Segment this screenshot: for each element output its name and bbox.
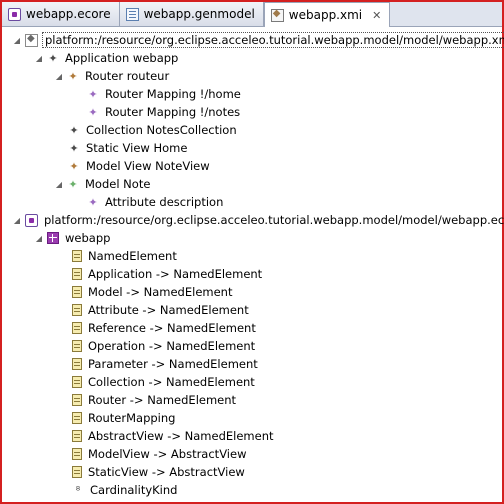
tree-node-eclass[interactable]: Reference -> NamedElement bbox=[72, 319, 256, 337]
eclass-icon bbox=[72, 394, 82, 406]
tree-node-static-view[interactable]: ✦ Static View Home bbox=[68, 139, 187, 157]
genmodel-file-icon bbox=[125, 7, 139, 21]
node-label: Router Mapping !/home bbox=[105, 87, 241, 101]
tree-node-ecore-resource[interactable]: ◢ platform:/resource/org.eclipse.acceleo… bbox=[12, 211, 504, 229]
tree-node-eclass[interactable]: AbstractView -> NamedElement bbox=[72, 427, 274, 445]
eclass-icon bbox=[72, 340, 82, 352]
tab-webapp-xmi[interactable]: webapp.xmi ✕ bbox=[263, 2, 391, 27]
tab-label: webapp.ecore bbox=[26, 7, 111, 21]
tree-node-xmi-resource[interactable]: ◢ platform:/resource/org.eclipse.acceleo… bbox=[12, 31, 504, 49]
router-icon: ✦ bbox=[68, 69, 78, 83]
tab-webapp-ecore[interactable]: webapp.ecore bbox=[2, 2, 120, 26]
editor-window: webapp.ecore webapp.genmodel webapp.xmi … bbox=[0, 0, 504, 504]
node-label: StaticView -> AbstractView bbox=[88, 465, 245, 479]
tree-node-eclass[interactable]: Router -> NamedElement bbox=[72, 391, 236, 409]
tree-node-eclass[interactable]: Operation -> NamedElement bbox=[72, 337, 255, 355]
tree-node-package[interactable]: ◢ webapp bbox=[34, 229, 111, 247]
node-label: Model -> NamedElement bbox=[88, 285, 233, 299]
node-label: Application -> NamedElement bbox=[88, 267, 263, 281]
eclass-icon bbox=[72, 322, 82, 334]
eclass-icon bbox=[72, 358, 82, 370]
static-view-icon: ✦ bbox=[69, 141, 79, 155]
node-label: Model View NoteView bbox=[86, 159, 210, 173]
router-mapping-icon: ✦ bbox=[88, 87, 98, 101]
tree-node-attribute[interactable]: ✦ Attribute description bbox=[87, 193, 223, 211]
tree-node-eclass[interactable]: StaticView -> AbstractView bbox=[72, 463, 245, 481]
close-icon[interactable]: ✕ bbox=[372, 9, 381, 22]
ecore-resource-icon bbox=[25, 213, 38, 227]
tree-node-eclass[interactable]: Model -> NamedElement bbox=[72, 283, 232, 301]
node-label: Model Note bbox=[85, 177, 151, 191]
tree-node-eclass[interactable]: ModelView -> AbstractView bbox=[72, 445, 246, 463]
tab-label: webapp.genmodel bbox=[143, 7, 255, 21]
eclass-icon bbox=[72, 466, 82, 478]
tree-node-eclass[interactable]: Attribute -> NamedElement bbox=[72, 301, 249, 319]
tree-node-model-view[interactable]: ✦ Model View NoteView bbox=[68, 157, 210, 175]
resource-tree: ◢ platform:/resource/org.eclipse.acceleo… bbox=[4, 29, 504, 502]
tree-node-eclass[interactable]: Parameter -> NamedElement bbox=[72, 355, 258, 373]
node-label: RouterMapping bbox=[88, 411, 176, 425]
eclass-icon bbox=[72, 448, 82, 460]
node-label: NamedElement bbox=[88, 249, 177, 263]
node-label: Parameter -> NamedElement bbox=[88, 357, 258, 371]
eclass-icon bbox=[72, 412, 82, 424]
eclass-icon bbox=[72, 304, 82, 316]
attribute-icon: ✦ bbox=[88, 195, 98, 209]
package-icon bbox=[47, 232, 59, 244]
node-label: Collection NotesCollection bbox=[86, 123, 237, 137]
collection-icon: ✦ bbox=[69, 123, 79, 137]
collapse-twisty-icon[interactable]: ◢ bbox=[34, 233, 44, 243]
resource-icon bbox=[25, 33, 38, 47]
model-view-icon: ✦ bbox=[69, 159, 79, 173]
node-label: Router routeur bbox=[85, 69, 170, 83]
collapse-twisty-icon[interactable]: ◢ bbox=[12, 215, 22, 225]
eclass-icon bbox=[72, 376, 82, 388]
collapse-twisty-icon[interactable]: ◢ bbox=[12, 35, 22, 45]
node-label: ModelView -> AbstractView bbox=[88, 447, 247, 461]
xmi-file-icon bbox=[270, 8, 284, 22]
tab-label: webapp.xmi bbox=[288, 8, 363, 22]
node-label: Operation -> NamedElement bbox=[88, 339, 256, 353]
tree-node-router[interactable]: ◢ ✦ Router routeur bbox=[54, 67, 169, 85]
tab-webapp-genmodel[interactable]: webapp.genmodel bbox=[119, 2, 264, 26]
eclass-icon bbox=[72, 286, 82, 298]
eclass-icon bbox=[72, 430, 82, 442]
eclass-icon bbox=[72, 250, 82, 262]
tree-node-eclass[interactable]: NamedElement bbox=[72, 247, 177, 265]
eclass-icon bbox=[72, 268, 82, 280]
node-label: Attribute -> NamedElement bbox=[88, 303, 249, 317]
node-label: AbstractView -> NamedElement bbox=[88, 429, 274, 443]
tree-node-router-mapping[interactable]: ✦ Router Mapping !/notes bbox=[87, 103, 240, 121]
node-label: Router Mapping !/notes bbox=[105, 105, 241, 119]
node-label: Attribute description bbox=[105, 195, 224, 209]
editor-tab-bar: webapp.ecore webapp.genmodel webapp.xmi … bbox=[2, 2, 502, 27]
node-label: Static View Home bbox=[86, 141, 188, 155]
tree-node-eenum[interactable]: ⁸ CardinalityKind bbox=[72, 481, 178, 499]
tree-node-eclass[interactable]: Application -> NamedElement bbox=[72, 265, 262, 283]
node-label: Reference -> NamedElement bbox=[88, 321, 256, 335]
tree-node-application[interactable]: ◢ ✦ Application webapp bbox=[34, 49, 178, 67]
node-label: Router -> NamedElement bbox=[88, 393, 237, 407]
collapse-twisty-icon[interactable]: ◢ bbox=[54, 71, 64, 81]
collapse-twisty-icon[interactable]: ◢ bbox=[34, 53, 44, 63]
application-icon: ✦ bbox=[48, 51, 58, 65]
router-mapping-icon: ✦ bbox=[88, 105, 98, 119]
ecore-file-icon bbox=[8, 7, 21, 21]
node-label: platform:/resource/org.eclipse.acceleo.t… bbox=[44, 213, 504, 227]
model-icon: ✦ bbox=[68, 177, 78, 191]
collapse-twisty-icon[interactable]: ◢ bbox=[54, 179, 64, 189]
node-label: platform:/resource/org.eclipse.acceleo.t… bbox=[42, 32, 504, 48]
node-label: CardinalityKind bbox=[90, 483, 178, 497]
tree-node-collection[interactable]: ✦ Collection NotesCollection bbox=[68, 121, 237, 139]
node-label: Collection -> NamedElement bbox=[88, 375, 255, 389]
enum-icon: ⁸ bbox=[75, 483, 81, 497]
tree-node-router-mapping[interactable]: ✦ Router Mapping !/home bbox=[87, 85, 241, 103]
tree-node-eclass[interactable]: RouterMapping bbox=[72, 409, 175, 427]
node-label: Application webapp bbox=[65, 51, 179, 65]
node-label: webapp bbox=[65, 231, 111, 245]
tree-node-eclass[interactable]: Collection -> NamedElement bbox=[72, 373, 255, 391]
tree-node-model[interactable]: ◢ ✦ Model Note bbox=[54, 175, 150, 193]
